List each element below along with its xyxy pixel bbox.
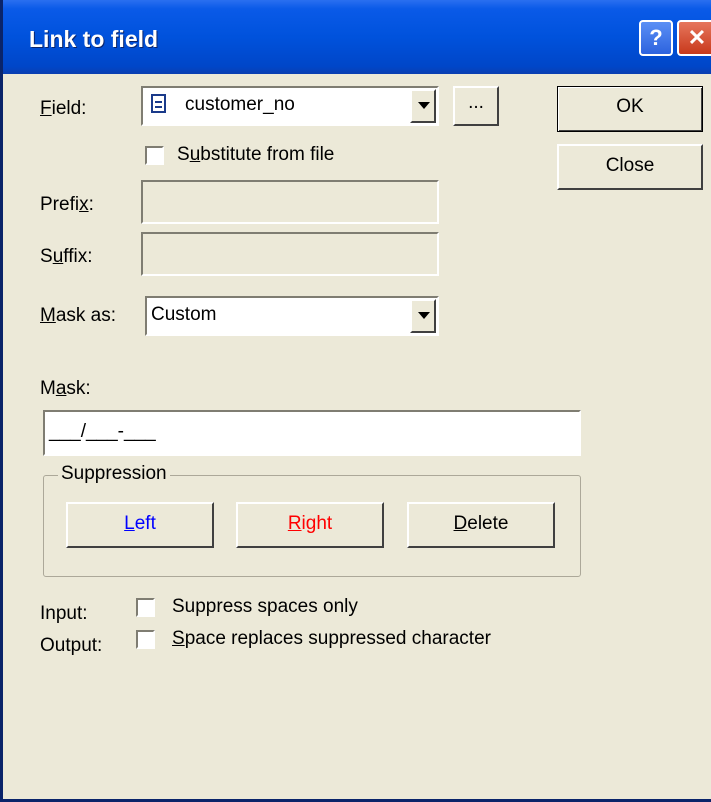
dialog-title: Link to field [29, 26, 159, 52]
suppression-right-label: Right [288, 513, 332, 534]
prefix-input[interactable] [141, 180, 439, 224]
substitute-label[interactable]: Substitute from file [177, 144, 334, 166]
document-icon [151, 94, 166, 113]
space-replaces-accel: S [172, 628, 185, 649]
ok-button[interactable]: OK [557, 86, 703, 132]
suffix-label: Suffix: [40, 246, 92, 268]
substitute-label-pre: S [177, 144, 190, 165]
mask-as-label-rest: ask as: [55, 305, 117, 326]
suppression-delete-button[interactable]: Delete [407, 502, 555, 548]
mask-as-combo[interactable]: Custom [145, 296, 439, 336]
prefix-label-pre: Prefi [40, 194, 80, 215]
mask-label-pre: M [40, 378, 56, 399]
suppress-spaces-label[interactable]: Suppress spaces only [172, 596, 358, 618]
title-bar[interactable]: Link to field ? ✕ [3, 0, 711, 74]
suffix-label-rest: ffix: [63, 246, 93, 267]
suppression-groupbox: Suppression Left Right Delete [43, 463, 581, 577]
mask-value: ___/___-___ [49, 421, 156, 442]
close-label: Close [605, 155, 655, 176]
mask-label-accel: a [55, 378, 67, 399]
prefix-label: Prefix: [40, 194, 94, 216]
field-combo[interactable]: customer_no [141, 86, 439, 126]
suppression-delete-accel: D [453, 513, 468, 534]
suppress-spaces-checkbox[interactable] [136, 598, 155, 617]
field-label: Field: [40, 98, 86, 120]
help-icon: ? [649, 25, 663, 50]
mask-as-dropdown-chevron-down-icon[interactable] [410, 299, 436, 333]
suppression-right-button[interactable]: Right [236, 502, 384, 548]
close-window-button[interactable]: ✕ [677, 20, 711, 56]
suppression-right-rest: ight [301, 513, 333, 534]
close-icon: ✕ [687, 25, 707, 50]
help-button[interactable]: ? [639, 20, 673, 56]
close-button[interactable]: Close [557, 144, 703, 190]
mask-as-label: Mask as: [40, 305, 116, 327]
suppression-left-button[interactable]: Left [66, 502, 214, 548]
substitute-checkbox[interactable] [145, 146, 164, 165]
space-replaces-rest: pace replaces suppressed character [184, 628, 491, 649]
input-label: Input: [40, 603, 88, 624]
substitute-label-accel: u [189, 144, 201, 165]
suppression-left-label: Left [124, 513, 156, 534]
ok-label: OK [616, 96, 644, 117]
browse-button[interactable]: ... [453, 86, 499, 126]
suffix-label-pre: S [40, 246, 53, 267]
suppression-title: Suppression [58, 463, 170, 485]
mask-as-value: Custom [151, 304, 217, 325]
field-label-accel: F [40, 98, 52, 119]
mask-label: Mask: [40, 378, 91, 400]
suppression-left-rest: eft [134, 513, 156, 534]
link-to-field-dialog: Link to field ? ✕ Field: customer_no ...… [0, 0, 711, 802]
space-replaces-label[interactable]: Space replaces suppressed character [172, 628, 491, 650]
output-label: Output: [40, 635, 103, 656]
field-dropdown-chevron-down-icon[interactable] [410, 89, 436, 123]
mask-input[interactable]: ___/___-___ [43, 410, 581, 456]
suffix-label-accel: u [52, 246, 64, 267]
prefix-label-rest: : [88, 194, 94, 215]
suppression-left-accel: L [124, 513, 135, 534]
prefix-label-accel: x [79, 194, 89, 215]
field-value: customer_no [185, 94, 295, 115]
suppression-delete-rest: elete [467, 513, 509, 534]
browse-label: ... [468, 92, 484, 113]
mask-as-label-accel: M [40, 305, 56, 326]
mask-label-rest: sk: [66, 378, 91, 399]
space-replaces-checkbox[interactable] [136, 630, 155, 649]
substitute-label-rest: bstitute from file [200, 144, 335, 165]
suppression-delete-label: Delete [454, 513, 509, 534]
suffix-input[interactable] [141, 232, 439, 276]
suppression-right-accel: R [287, 513, 302, 534]
field-label-rest: ield: [51, 98, 87, 119]
